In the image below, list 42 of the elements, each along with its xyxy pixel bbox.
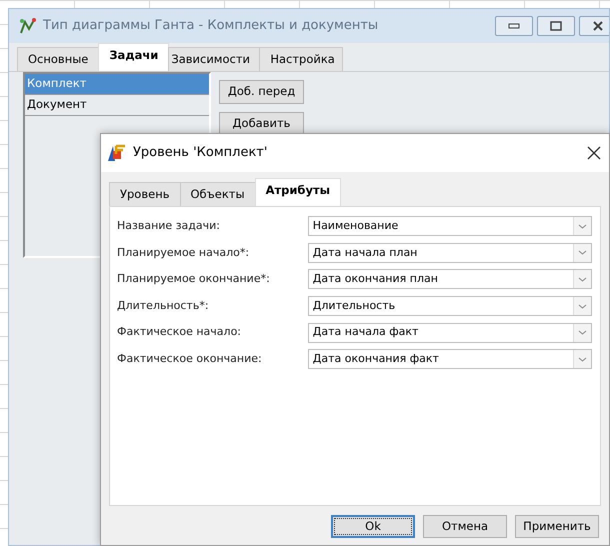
field-label: Название задачи: [117, 218, 221, 234]
close-icon [592, 21, 604, 31]
minimize-button[interactable] [495, 16, 533, 36]
field-label: Длительность*: [117, 298, 210, 314]
chevron-down-icon [578, 304, 587, 309]
chevron-down-icon [578, 330, 587, 336]
dialog-title: Уровень 'Комплект' [133, 144, 268, 162]
dropdown-field[interactable]: Дата окончания план [308, 269, 592, 290]
dialog-button[interactable]: Ok [331, 515, 415, 538]
tab[interactable]: Зависимости [168, 47, 260, 71]
list-item[interactable]: Документ [25, 95, 209, 116]
maximize-icon [550, 21, 562, 31]
dropdown-field[interactable]: Дата начала план [308, 242, 592, 263]
tab[interactable]: Объекты [180, 182, 256, 206]
field-label: Планируемое окончание*: [117, 271, 271, 288]
close-icon[interactable] [587, 146, 601, 160]
field-label: Фактическое окончание: [117, 351, 263, 368]
window-title: Тип диаграммы Ганта - Комплекты и документы [43, 17, 378, 36]
dialog-button[interactable]: Отмена [423, 515, 507, 538]
dropdown-field[interactable]: Длительность [308, 296, 592, 316]
chevron-down-icon [578, 356, 587, 362]
action-button[interactable]: Доб. перед [219, 80, 304, 104]
tab[interactable]: Задачи [98, 43, 170, 71]
maximize-button[interactable] [537, 16, 575, 36]
chevron-down-icon [578, 224, 587, 229]
chart-icon [19, 17, 37, 35]
chevron-down-icon [578, 250, 587, 256]
dropdown-field[interactable]: Дата начала факт [308, 322, 592, 343]
tab[interactable]: Уровень [109, 182, 180, 206]
field-label: Фактическое начало: [117, 324, 242, 340]
dropdown-field[interactable]: Дата окончания факт [308, 349, 592, 370]
chevron-down-icon [578, 276, 587, 282]
field-label: Планируемое начало*: [117, 244, 250, 261]
tab[interactable]: Атрибуты [254, 178, 342, 206]
dialog-button[interactable]: Применить [515, 515, 599, 538]
minimize-icon [508, 23, 520, 29]
close-button[interactable] [579, 16, 609, 36]
app-icon [107, 144, 127, 162]
dropdown-field[interactable]: Наименование [308, 216, 592, 236]
list-item[interactable]: Комплект [25, 74, 209, 95]
tab[interactable]: Основные [17, 47, 100, 71]
tab[interactable]: Настройка [259, 47, 344, 71]
